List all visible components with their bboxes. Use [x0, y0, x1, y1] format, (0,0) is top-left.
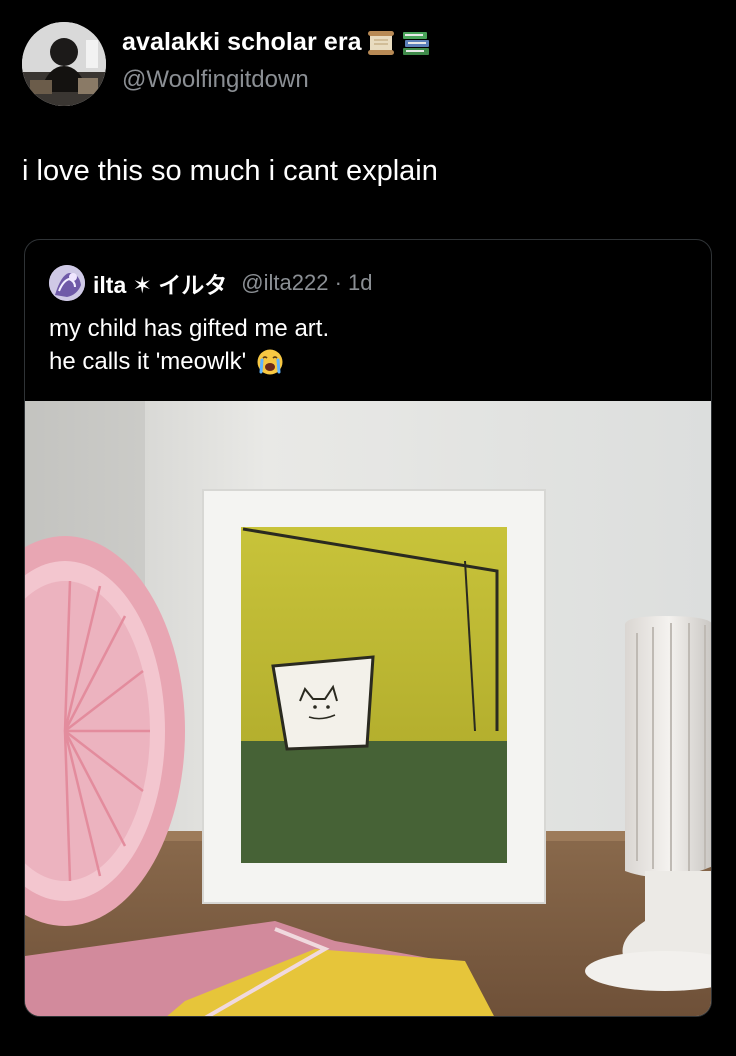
quoted-handle: @ilta222 · 1d: [241, 270, 372, 296]
scroll-icon: [367, 30, 394, 55]
quoted-tweet-header: ilta ✶ イルタ @ilta222 · 1d: [49, 265, 373, 301]
quoted-text-line: my child has gifted me art.: [49, 315, 330, 342]
handle[interactable]: @Woolfingitdown: [122, 66, 309, 94]
avatar[interactable]: [22, 22, 106, 106]
avatar-photo-icon: [22, 22, 106, 106]
display-name-text: avalakki scholar era: [122, 28, 362, 56]
quoted-tweet-text: my child has gifted me art. he calls it …: [49, 312, 329, 378]
quoted-separator: ·: [334, 270, 342, 295]
quoted-tweet[interactable]: ilta ✶ イルタ @ilta222 · 1d my child has gi…: [24, 239, 712, 1017]
crying-face-icon: [257, 349, 283, 374]
quoted-timestamp[interactable]: 1d: [348, 270, 372, 295]
quoted-text-line: he calls it 'meowlk': [49, 345, 329, 378]
quoted-text-line-content: he calls it 'meowlk': [49, 348, 247, 375]
display-name[interactable]: avalakki scholar era: [122, 28, 432, 57]
tweet-text: i love this so much i cant explain: [22, 155, 438, 187]
tweet: avalakki scholar era @Woolfingitdown i l…: [0, 0, 736, 1056]
quoted-photo[interactable]: [25, 401, 712, 1017]
quoted-display-name[interactable]: ilta ✶ イルタ: [93, 266, 227, 300]
quoted-handle-text[interactable]: @ilta222: [241, 270, 328, 295]
books-icon: [402, 31, 429, 55]
quoted-avatar[interactable]: [49, 265, 85, 301]
quoted-avatar-icon: [49, 265, 85, 301]
